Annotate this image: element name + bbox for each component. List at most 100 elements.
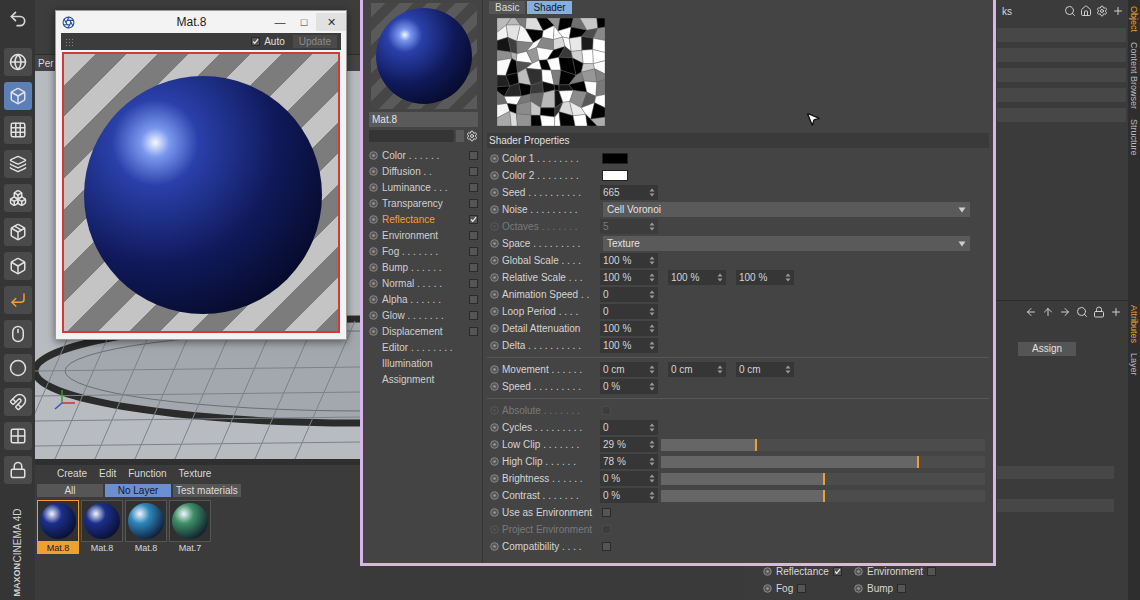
- keyframe-icon[interactable]: [490, 508, 499, 517]
- channel-checkbox[interactable]: [897, 584, 906, 593]
- channel-checkbox[interactable]: [927, 567, 936, 576]
- material-thumbnail[interactable]: Mat.7: [169, 500, 211, 554]
- tool-button[interactable]: [4, 82, 32, 110]
- layer-field[interactable]: [369, 130, 454, 142]
- lock-icon[interactable]: [1093, 306, 1105, 318]
- spinner-icon[interactable]: [649, 188, 655, 197]
- keyframe-icon[interactable]: [854, 584, 863, 593]
- spinner-icon[interactable]: [717, 273, 723, 282]
- channel-item[interactable]: Glow . . . . . . .: [369, 307, 478, 323]
- attribute-field[interactable]: [997, 466, 1114, 479]
- keyframe-icon[interactable]: [490, 222, 499, 231]
- slider-track[interactable]: [661, 490, 985, 502]
- channel-item[interactable]: Reflectance: [369, 211, 478, 227]
- tool-button[interactable]: [4, 388, 32, 416]
- keyframe-icon[interactable]: [369, 151, 378, 160]
- material-name-field[interactable]: Mat.8: [369, 112, 478, 127]
- tool-button[interactable]: [4, 116, 32, 144]
- dock-tab[interactable]: Structure: [1128, 119, 1140, 156]
- keyframe-icon[interactable]: [490, 188, 499, 197]
- number-field[interactable]: 100 %: [600, 338, 658, 353]
- channel-checkbox[interactable]: [469, 167, 478, 176]
- channel-checkbox[interactable]: [469, 183, 478, 192]
- number-field[interactable]: 100 %: [600, 253, 658, 268]
- tool-button[interactable]: [4, 184, 32, 212]
- spinner-icon[interactable]: [649, 365, 655, 374]
- color-swatch[interactable]: [602, 170, 628, 181]
- slider-handle[interactable]: [917, 456, 919, 468]
- channel-checkbox[interactable]: [469, 215, 478, 224]
- material-thumbnail[interactable]: Mat.8: [37, 500, 79, 554]
- channel-item[interactable]: Editor . . . . . . . .: [369, 339, 478, 355]
- layer-menu-arrow[interactable]: [456, 130, 464, 142]
- title-bar[interactable]: Mat.8—□✕: [56, 11, 346, 33]
- keyframe-icon[interactable]: [490, 290, 499, 299]
- spinner-icon[interactable]: [785, 273, 791, 282]
- object-row[interactable]: [997, 68, 1126, 82]
- keyframe-icon[interactable]: [490, 542, 499, 551]
- spinner-icon[interactable]: [717, 365, 723, 374]
- preview-window[interactable]: Mat.8—□✕AutoUpdate: [55, 10, 347, 340]
- channel-checkbox[interactable]: [833, 567, 842, 576]
- editor-tab[interactable]: Shader: [527, 1, 571, 14]
- keyframe-icon[interactable]: [369, 311, 378, 320]
- material-thumbnail[interactable]: Mat.8: [125, 500, 167, 554]
- keyframe-icon[interactable]: [763, 567, 772, 576]
- channel-item[interactable]: Bump . . . . . .: [369, 259, 478, 275]
- spinner-icon[interactable]: [649, 273, 655, 282]
- channel-toggle[interactable]: Environment: [854, 564, 945, 579]
- slider-handle[interactable]: [823, 473, 825, 485]
- keyframe-icon[interactable]: [490, 406, 499, 415]
- menu-item[interactable]: Texture: [179, 466, 212, 481]
- tool-button[interactable]: [4, 150, 32, 178]
- slider-track[interactable]: [661, 456, 985, 468]
- keyframe-icon[interactable]: [369, 327, 378, 336]
- keyframe-icon[interactable]: [490, 239, 499, 248]
- keyframe-icon[interactable]: [369, 231, 378, 240]
- channel-checkbox[interactable]: [469, 231, 478, 240]
- object-row[interactable]: [997, 28, 1126, 42]
- up-icon[interactable]: [1042, 306, 1054, 318]
- channel-checkbox[interactable]: [469, 247, 478, 256]
- dropdown[interactable]: Texture: [603, 236, 970, 251]
- forward-icon[interactable]: [1059, 306, 1071, 318]
- channel-checkbox[interactable]: [469, 279, 478, 288]
- tool-button[interactable]: [4, 286, 32, 314]
- keyframe-icon[interactable]: [490, 171, 499, 180]
- keyframe-icon[interactable]: [490, 205, 499, 214]
- channel-checkbox[interactable]: [469, 327, 478, 336]
- channel-item[interactable]: Luminance . . .: [369, 179, 478, 195]
- grip-icon[interactable]: [65, 38, 75, 46]
- keyframe-icon[interactable]: [490, 491, 499, 500]
- auto-checkbox[interactable]: [251, 37, 260, 46]
- keyframe-icon[interactable]: [763, 584, 772, 593]
- window-control[interactable]: ✕: [316, 13, 346, 31]
- channel-item[interactable]: Diffusion . .: [369, 163, 478, 179]
- channel-checkbox[interactable]: [797, 584, 806, 593]
- keyframe-icon[interactable]: [490, 440, 499, 449]
- spinner-icon[interactable]: [649, 290, 655, 299]
- number-field[interactable]: 0 %: [600, 488, 658, 503]
- property-checkbox[interactable]: [602, 542, 611, 551]
- tool-button[interactable]: [4, 320, 32, 348]
- channel-item[interactable]: Assignment: [369, 371, 478, 387]
- channel-item[interactable]: Color . . . . . .: [369, 147, 478, 163]
- spinner-icon[interactable]: [785, 365, 791, 374]
- number-field[interactable]: 0 cm: [668, 362, 726, 377]
- spinner-icon[interactable]: [649, 324, 655, 333]
- number-field[interactable]: 0: [600, 420, 658, 435]
- channel-item[interactable]: Displacement: [369, 323, 478, 339]
- spinner-icon[interactable]: [649, 423, 655, 432]
- spinner-icon[interactable]: [649, 256, 655, 265]
- keyframe-icon[interactable]: [490, 324, 499, 333]
- number-field[interactable]: 100 %: [736, 270, 794, 285]
- object-row[interactable]: [997, 88, 1126, 102]
- object-row[interactable]: [997, 108, 1126, 122]
- tool-button[interactable]: [4, 422, 32, 450]
- layer-tab[interactable]: All: [37, 484, 103, 497]
- keyframe-icon[interactable]: [369, 167, 378, 176]
- spinner-icon[interactable]: [649, 474, 655, 483]
- keyframe-icon[interactable]: [490, 423, 499, 432]
- undo-button[interactable]: [5, 6, 31, 32]
- slider-handle[interactable]: [755, 439, 757, 451]
